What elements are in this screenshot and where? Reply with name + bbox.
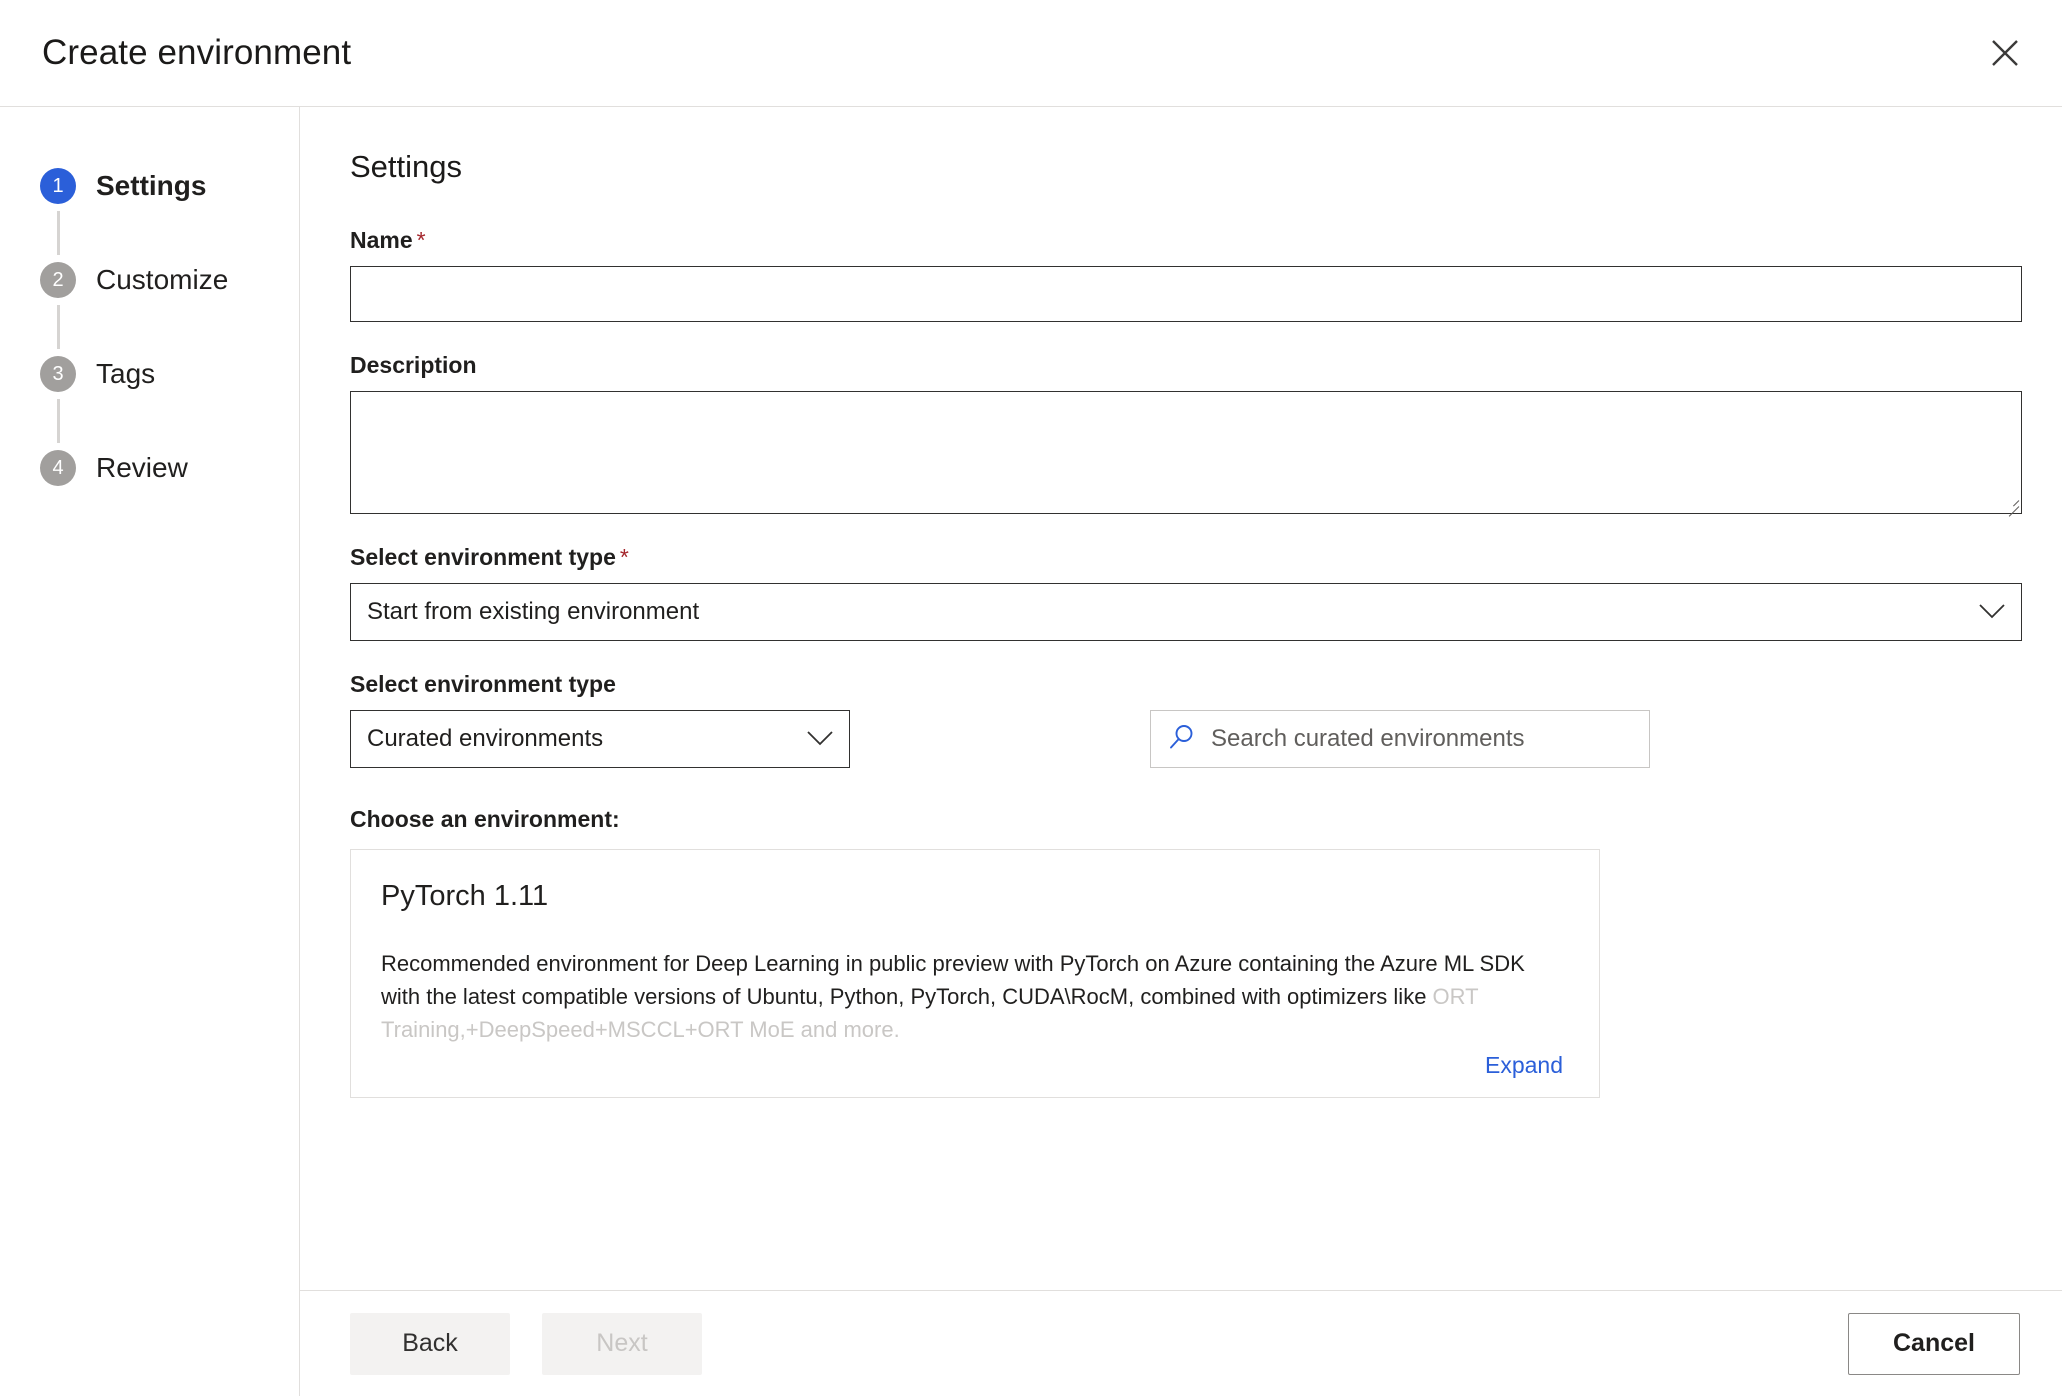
sidebar-item-label: Review [96,452,188,483]
environment-type-label-text: Select environment type [350,544,616,570]
step-number-4: 4 [40,450,76,486]
description-input-wrap [350,391,2022,517]
sidebar-item-label: Settings [96,170,207,201]
required-marker: * [619,544,629,570]
step-number-2: 2 [40,262,76,298]
environment-type-select[interactable]: Start from existing environment [350,583,2022,641]
description-label: Description [350,352,477,378]
required-marker: * [416,227,426,253]
chevron-down-icon [1979,604,2005,620]
environment-type-label: Select environment type * [350,544,2020,571]
step-number-1: 1 [40,168,76,204]
search-input[interactable] [1209,724,1633,754]
back-button[interactable]: Back [350,1312,510,1375]
name-input[interactable] [350,266,2022,322]
name-field-group: Name * [350,227,2022,322]
page-title: Create environment [42,33,352,72]
search-icon [1167,723,1195,756]
step-number-3: 3 [40,356,76,392]
create-environment-dialog: Create environment 1 Settings 2 Customiz [0,0,2062,1396]
name-label: Name * [350,227,2020,254]
description-field-group: Description [350,352,2022,517]
description-input[interactable] [350,391,2022,514]
environment-card-description: Recommended environment for Deep Learnin… [381,947,1563,1046]
sidebar-item-review[interactable]: 4 Review [0,443,299,493]
chevron-down-icon [807,731,833,747]
choose-environment-label: Choose an environment: [350,806,620,832]
environment-card-footer: Expand [381,1052,1563,1079]
sidebar-item-tags[interactable]: 3 Tags [0,349,299,399]
dialog-body: 1 Settings 2 Customize 3 Tags 4 Review S… [0,107,2062,1396]
cancel-button[interactable]: Cancel [1848,1312,2020,1375]
search-box[interactable] [1150,710,1650,768]
name-label-text: Name [350,227,413,253]
step-connector [40,305,76,349]
environment-source-label: Select environment type [350,671,616,697]
wizard-sidebar: 1 Settings 2 Customize 3 Tags 4 Review [0,107,300,1396]
footer-left-actions: Back Next [350,1312,702,1375]
environment-source-select[interactable]: Curated environments [350,710,850,768]
close-icon [1988,36,2022,70]
settings-form: Settings Name * Description Select envir… [300,107,2062,1290]
environment-type-group: Select environment type * Start from exis… [350,544,2022,641]
environment-card-title: PyTorch 1.11 [381,880,549,912]
environment-source-row: Select environment type Curated environm… [350,671,2020,768]
next-button[interactable]: Next [542,1312,702,1375]
main-pane: Settings Name * Description Select envir… [300,107,2062,1396]
dialog-header: Create environment [0,0,2062,106]
expand-link[interactable]: Expand [1485,1052,1563,1079]
step-connector [40,211,76,255]
pane-title: Settings [350,149,463,184]
footer-right-actions: Cancel [1848,1312,2020,1375]
step-connector [40,399,76,443]
environment-type-value: Start from existing environment [367,598,700,625]
wizard-steps: 1 Settings 2 Customize 3 Tags 4 Review [0,161,299,493]
environment-source-value: Curated environments [367,725,604,752]
sidebar-item-label: Customize [96,264,229,295]
dialog-footer: Back Next Cancel [300,1290,2062,1396]
environment-source-group: Select environment type Curated environm… [350,671,850,768]
environment-type-select-wrap: Start from existing environment [350,583,2022,641]
sidebar-item-settings[interactable]: 1 Settings [0,161,299,211]
environment-card-description-visible: Recommended environment for Deep Learnin… [381,951,1525,1009]
environment-card-pytorch[interactable]: PyTorch 1.11 Recommended environment for… [350,849,1600,1098]
close-button[interactable] [1974,22,2036,84]
sidebar-item-label: Tags [96,358,156,389]
sidebar-item-customize[interactable]: 2 Customize [0,255,299,305]
